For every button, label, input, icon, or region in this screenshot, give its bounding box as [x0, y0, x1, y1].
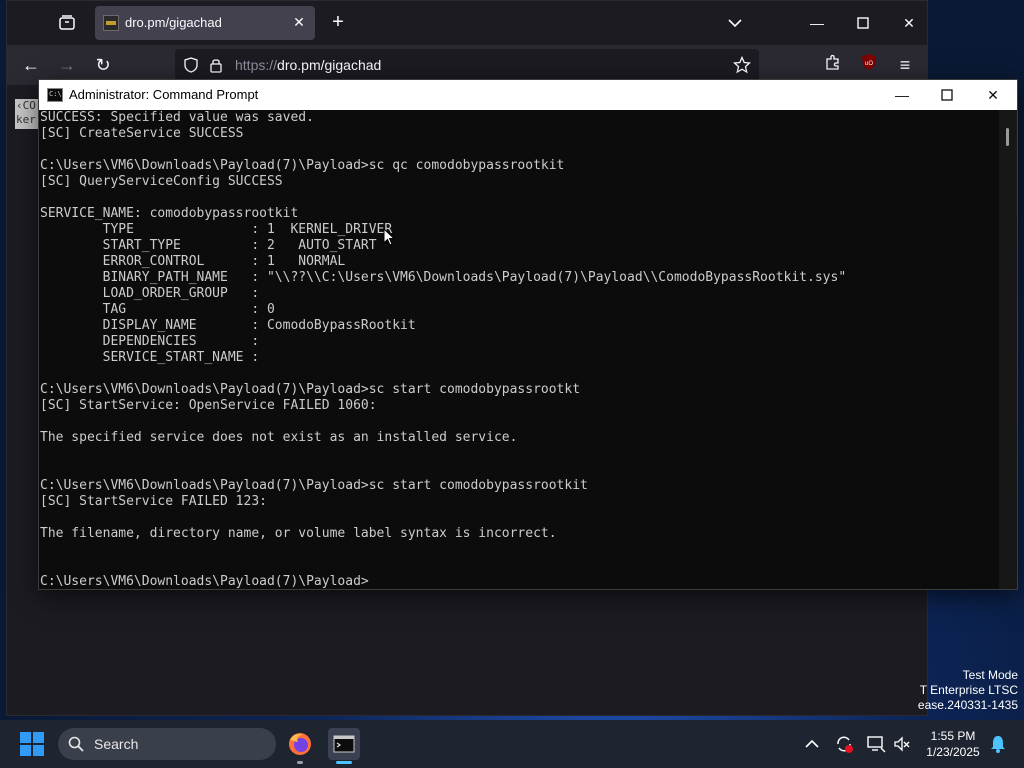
terminal-line: BINARY_PATH_NAME : "\\??\\C:\Users\VM6\D…	[40, 270, 847, 285]
terminal-line: TAG : 0	[40, 302, 275, 317]
clock-time: 1:55 PM	[930, 729, 976, 743]
mouse-cursor-icon	[383, 227, 396, 246]
command-prompt-window: C:\ Administrator: Command Prompt — ✕ SU…	[38, 79, 1018, 590]
terminal-line: [SC] StartService FAILED 123:	[40, 494, 267, 509]
watermark-line: Test Mode	[962, 668, 1018, 682]
browser-close-button[interactable]: ✕	[897, 11, 921, 35]
terminal-line: DISPLAY_NAME : ComodoBypassRootkit	[40, 318, 416, 333]
tab-overflow-chevron-icon[interactable]	[723, 11, 747, 35]
tab-close-icon[interactable]: ✕	[291, 14, 307, 30]
tab-list-icon[interactable]	[57, 13, 77, 33]
hamburger-menu-icon[interactable]: ≡	[893, 53, 917, 77]
terminal-output[interactable]: SUCCESS: Specified value was saved. [SC] …	[39, 110, 999, 589]
sync-alert-icon[interactable]	[834, 734, 854, 754]
bookmark-star-icon[interactable]	[732, 55, 752, 79]
terminal-line: TYPE : 1 KERNEL_DRIVER	[40, 222, 393, 237]
terminal-line: The filename, directory name, or volume …	[40, 526, 557, 541]
show-hidden-icons-chevron-icon[interactable]	[802, 734, 822, 754]
cmd-app-icon: C:\	[47, 88, 63, 102]
url-text[interactable]: https://dro.pm/gigachad	[235, 57, 381, 73]
test-mode-watermark: Test Mode T Enterprise LTSC ease.240331-…	[918, 668, 1018, 713]
ublock-origin-icon[interactable]: uO	[857, 53, 881, 77]
terminal-line: C:\Users\VM6\Downloads\Payload(7)\Payloa…	[40, 382, 581, 397]
terminal-lines: SUCCESS: Specified value was saved. [SC] …	[39, 110, 846, 589]
back-arrow-icon[interactable]: ←	[19, 53, 43, 77]
terminal-line: The specified service does not exist as …	[40, 430, 518, 445]
cmd-window-title: Administrator: Command Prompt	[69, 87, 259, 102]
clock-date: 1/23/2025	[926, 745, 980, 759]
tab-strip: dro.pm/gigachad ✕ + — ✕	[7, 1, 927, 45]
new-tab-button[interactable]: +	[327, 12, 349, 34]
taskbar-search-box[interactable]: Search	[58, 728, 276, 760]
selected-text-snippet: ‹CO ker	[15, 99, 39, 129]
start-windows-icon[interactable]	[20, 732, 44, 756]
firefox-taskbar-icon[interactable]	[284, 728, 316, 764]
extensions-puzzle-icon[interactable]	[821, 53, 845, 77]
taskbar-clock[interactable]: 1:55 PM 1/23/2025	[920, 728, 986, 760]
terminal-line: C:\Users\VM6\Downloads\Payload(7)\Payloa…	[40, 158, 565, 173]
cmd-minimize-button[interactable]: —	[887, 83, 917, 107]
url-bar[interactable]: https://dro.pm/gigachad	[175, 49, 759, 81]
terminal-line: [SC] CreateService SUCCESS	[40, 126, 244, 141]
browser-maximize-button[interactable]	[851, 11, 875, 35]
notification-bell-icon[interactable]	[988, 734, 1008, 754]
forward-arrow-icon[interactable]: →	[55, 53, 79, 77]
terminal-line: C:\Users\VM6\Downloads\Payload(7)\Payloa…	[40, 478, 588, 493]
terminal-line: SERVICE_START_NAME :	[40, 350, 260, 365]
terminal-line: START_TYPE : 2 AUTO_START	[40, 238, 377, 253]
cmd-scrollbar[interactable]	[999, 110, 1017, 589]
site-favicon-icon	[103, 15, 119, 31]
cmd-taskbar-icon[interactable]	[328, 728, 360, 764]
tab-title: dro.pm/gigachad	[125, 15, 222, 30]
terminal-line: DEPENDENCIES :	[40, 334, 260, 349]
cmd-maximize-button[interactable]	[932, 83, 962, 107]
search-label: Search	[94, 736, 139, 752]
lock-icon[interactable]	[209, 57, 223, 78]
cmd-close-button[interactable]: ✕	[978, 83, 1008, 107]
taskbar: Search 1:55 PM 1/23/2025	[0, 720, 1024, 768]
reload-icon[interactable]: ↻	[91, 53, 115, 77]
network-icon[interactable]	[866, 734, 886, 754]
browser-tab[interactable]: dro.pm/gigachad ✕	[95, 6, 315, 40]
cmd-scroll-thumb[interactable]	[1006, 128, 1009, 146]
volume-muted-icon[interactable]	[892, 734, 912, 754]
shield-icon[interactable]	[183, 57, 199, 78]
watermark-line: T Enterprise LTSC	[919, 683, 1018, 697]
watermark-line: ease.240331-1435	[917, 698, 1018, 712]
terminal-line: [SC] QueryServiceConfig SUCCESS	[40, 174, 283, 189]
search-icon	[68, 736, 84, 752]
terminal-line: SERVICE_NAME: comodobypassrootkit	[40, 206, 299, 221]
terminal-line: C:\Users\VM6\Downloads\Payload(7)\Payloa…	[40, 574, 369, 589]
svg-text:uO: uO	[865, 61, 873, 67]
terminal-line: [SC] StartService: OpenService FAILED 10…	[40, 398, 377, 413]
terminal-line: ERROR_CONTROL : 1 NORMAL	[40, 254, 346, 269]
cmd-titlebar[interactable]: C:\ Administrator: Command Prompt — ✕	[39, 80, 1017, 110]
browser-minimize-button[interactable]: —	[805, 11, 829, 35]
terminal-line: SUCCESS: Specified value was saved.	[40, 110, 314, 125]
terminal-line: LOAD_ORDER_GROUP :	[40, 286, 260, 301]
